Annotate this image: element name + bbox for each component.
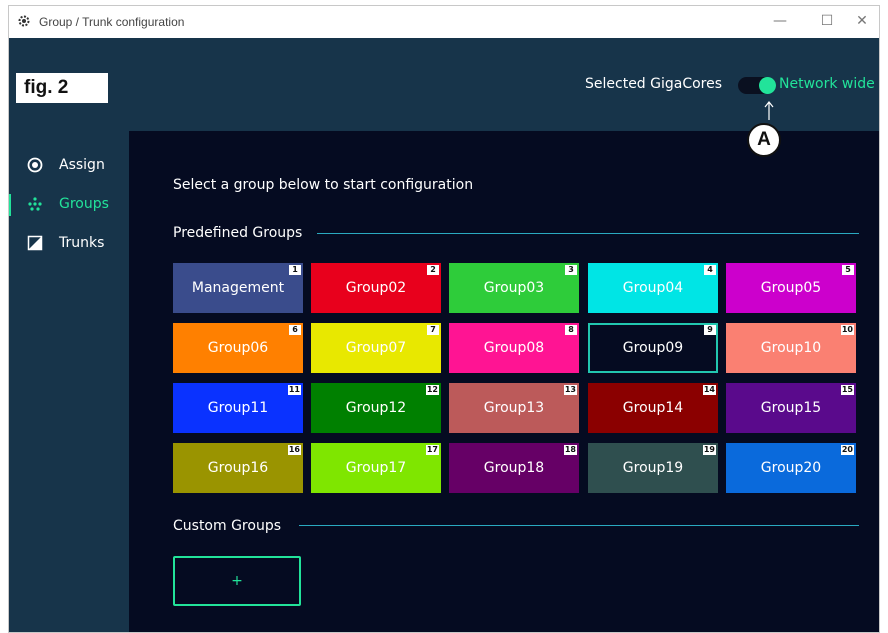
- sidebar-item-label: Assign: [59, 157, 105, 173]
- group-name: Group07: [345, 340, 407, 356]
- group-number-badge: 2: [427, 265, 439, 275]
- half-square-icon: [27, 235, 43, 251]
- group-number-badge: 20: [840, 445, 854, 455]
- callout-arrow-icon: [764, 101, 774, 120]
- active-indicator: [9, 194, 11, 216]
- group-name: Group11: [207, 400, 269, 416]
- sidebar-item-groups[interactable]: Groups: [9, 190, 129, 220]
- group-name: Group04: [622, 280, 684, 296]
- group-tile[interactable]: Group12 12: [311, 383, 441, 433]
- group-tile[interactable]: Group20 20: [726, 443, 856, 493]
- group-name: Group19: [622, 460, 684, 476]
- instruction-text: Select a group below to start configurat…: [173, 177, 474, 193]
- group-tile[interactable]: Group17 17: [311, 443, 441, 493]
- group-name: Group17: [345, 460, 407, 476]
- group-number-badge: 4: [704, 265, 716, 275]
- section-divider: [317, 233, 859, 234]
- group-tile[interactable]: Group18 18: [449, 443, 579, 493]
- group-tile[interactable]: Group15 15: [726, 383, 856, 433]
- minimize-button[interactable]: —: [765, 10, 795, 32]
- group-name: Group18: [483, 460, 545, 476]
- group-number-badge: 7: [427, 325, 439, 335]
- selected-gigacores-label: Selected GigaCores: [585, 76, 723, 92]
- group-name: Group13: [483, 400, 545, 416]
- group-number-badge: 5: [842, 265, 854, 275]
- group-tile[interactable]: Group14 14: [588, 383, 718, 433]
- group-tile[interactable]: Group13 13: [449, 383, 579, 433]
- window-title: Group / Trunk configuration: [39, 15, 185, 29]
- group-tile[interactable]: Group10 10: [726, 323, 856, 373]
- network-wide-label: Network wide: [779, 76, 875, 92]
- group-tile[interactable]: Group03 3: [449, 263, 579, 313]
- group-name: Group12: [345, 400, 407, 416]
- sidebar: Assign Groups Trunks: [9, 131, 129, 632]
- toggle-knob: [759, 77, 776, 94]
- group-name: Management: [191, 280, 285, 296]
- group-name: Group05: [760, 280, 822, 296]
- group-number-badge: 11: [287, 385, 301, 395]
- sidebar-item-trunks[interactable]: Trunks: [9, 229, 129, 259]
- group-number-badge: 14: [702, 385, 716, 395]
- group-name: Group16: [207, 460, 269, 476]
- sidebar-item-label: Trunks: [59, 235, 105, 251]
- group-name: Group06: [207, 340, 269, 356]
- figure-label: fig. 2: [16, 73, 108, 103]
- network-wide-toggle[interactable]: [738, 77, 776, 94]
- custom-groups-title: Custom Groups: [173, 518, 282, 534]
- section-divider: [299, 525, 859, 526]
- gear-icon: [18, 15, 30, 27]
- group-tile[interactable]: Group07 7: [311, 323, 441, 373]
- group-tile[interactable]: Group11 11: [173, 383, 303, 433]
- group-number-badge: 19: [702, 445, 716, 455]
- add-custom-group-button[interactable]: +: [173, 556, 301, 606]
- sidebar-item-assign[interactable]: Assign: [9, 151, 129, 181]
- group-number-badge: 6: [289, 325, 301, 335]
- close-button[interactable]: ✕: [847, 10, 877, 32]
- group-name: Group03: [483, 280, 545, 296]
- group-name: Group20: [760, 460, 822, 476]
- group-number-badge: 17: [425, 445, 439, 455]
- group-number-badge: 15: [840, 385, 854, 395]
- group-number-badge: 18: [563, 445, 577, 455]
- group-name: Group15: [760, 400, 822, 416]
- group-tile[interactable]: Group16 16: [173, 443, 303, 493]
- group-number-badge: 10: [840, 325, 854, 335]
- group-tile[interactable]: Group04 4: [588, 263, 718, 313]
- header-bar: fig. 2 Selected GigaCores Network wide: [9, 38, 879, 131]
- group-name: Group09: [622, 340, 684, 356]
- group-tile[interactable]: Group02 2: [311, 263, 441, 313]
- group-name: Group08: [483, 340, 545, 356]
- group-number-badge: 1: [289, 265, 301, 275]
- group-tile[interactable]: Management 1: [173, 263, 303, 313]
- group-tile[interactable]: Group08 8: [449, 323, 579, 373]
- group-tile[interactable]: Group19 19: [588, 443, 718, 493]
- group-tile[interactable]: Group06 6: [173, 323, 303, 373]
- sidebar-item-label: Groups: [59, 196, 109, 212]
- group-number-badge: 12: [425, 385, 439, 395]
- callout-marker: A: [747, 123, 781, 157]
- dots-cluster-icon: [28, 197, 42, 211]
- group-name: Group10: [760, 340, 822, 356]
- maximize-button[interactable]: ☐: [812, 10, 842, 32]
- predefined-groups-title: Predefined Groups: [173, 225, 303, 241]
- group-number-badge: 3: [565, 265, 577, 275]
- group-number-badge: 8: [565, 325, 577, 335]
- group-name: Group14: [622, 400, 684, 416]
- title-bar: Group / Trunk configuration — ☐ ✕: [9, 6, 879, 38]
- app-window: Group / Trunk configuration — ☐ ✕ fig. 2…: [8, 5, 880, 633]
- group-number-badge: 13: [563, 385, 577, 395]
- radio-target-icon: [27, 157, 43, 173]
- group-number-badge: 9: [704, 325, 716, 335]
- group-number-badge: 16: [287, 445, 301, 455]
- group-tile[interactable]: Group05 5: [726, 263, 856, 313]
- group-tile[interactable]: Group09 9: [588, 323, 718, 373]
- group-name: Group02: [345, 280, 407, 296]
